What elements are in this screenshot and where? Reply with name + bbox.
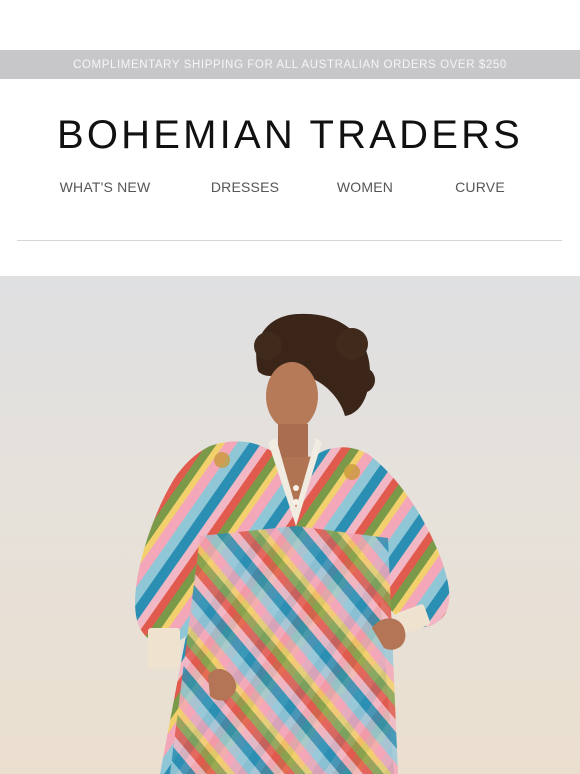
main-nav: WHAT'S NEW DRESSES WOMEN CURVE [0,171,580,203]
promo-banner[interactable]: COMPLIMENTARY SHIPPING FOR ALL AUSTRALIA… [0,50,580,79]
header-divider [17,240,562,241]
hero-image[interactable] [0,276,580,774]
promo-text: COMPLIMENTARY SHIPPING FOR ALL AUSTRALIA… [73,58,507,71]
model-photo-illustration [135,313,450,774]
nav-item-dresses[interactable]: DRESSES [175,179,315,195]
nav-item-curve[interactable]: CURVE [415,179,545,195]
nav-item-women[interactable]: WOMEN [315,179,415,195]
nav-item-whats-new[interactable]: WHAT'S NEW [35,179,175,195]
top-spacer [0,0,580,50]
brand-logo[interactable]: BOHEMIAN TRADERS [0,109,580,161]
